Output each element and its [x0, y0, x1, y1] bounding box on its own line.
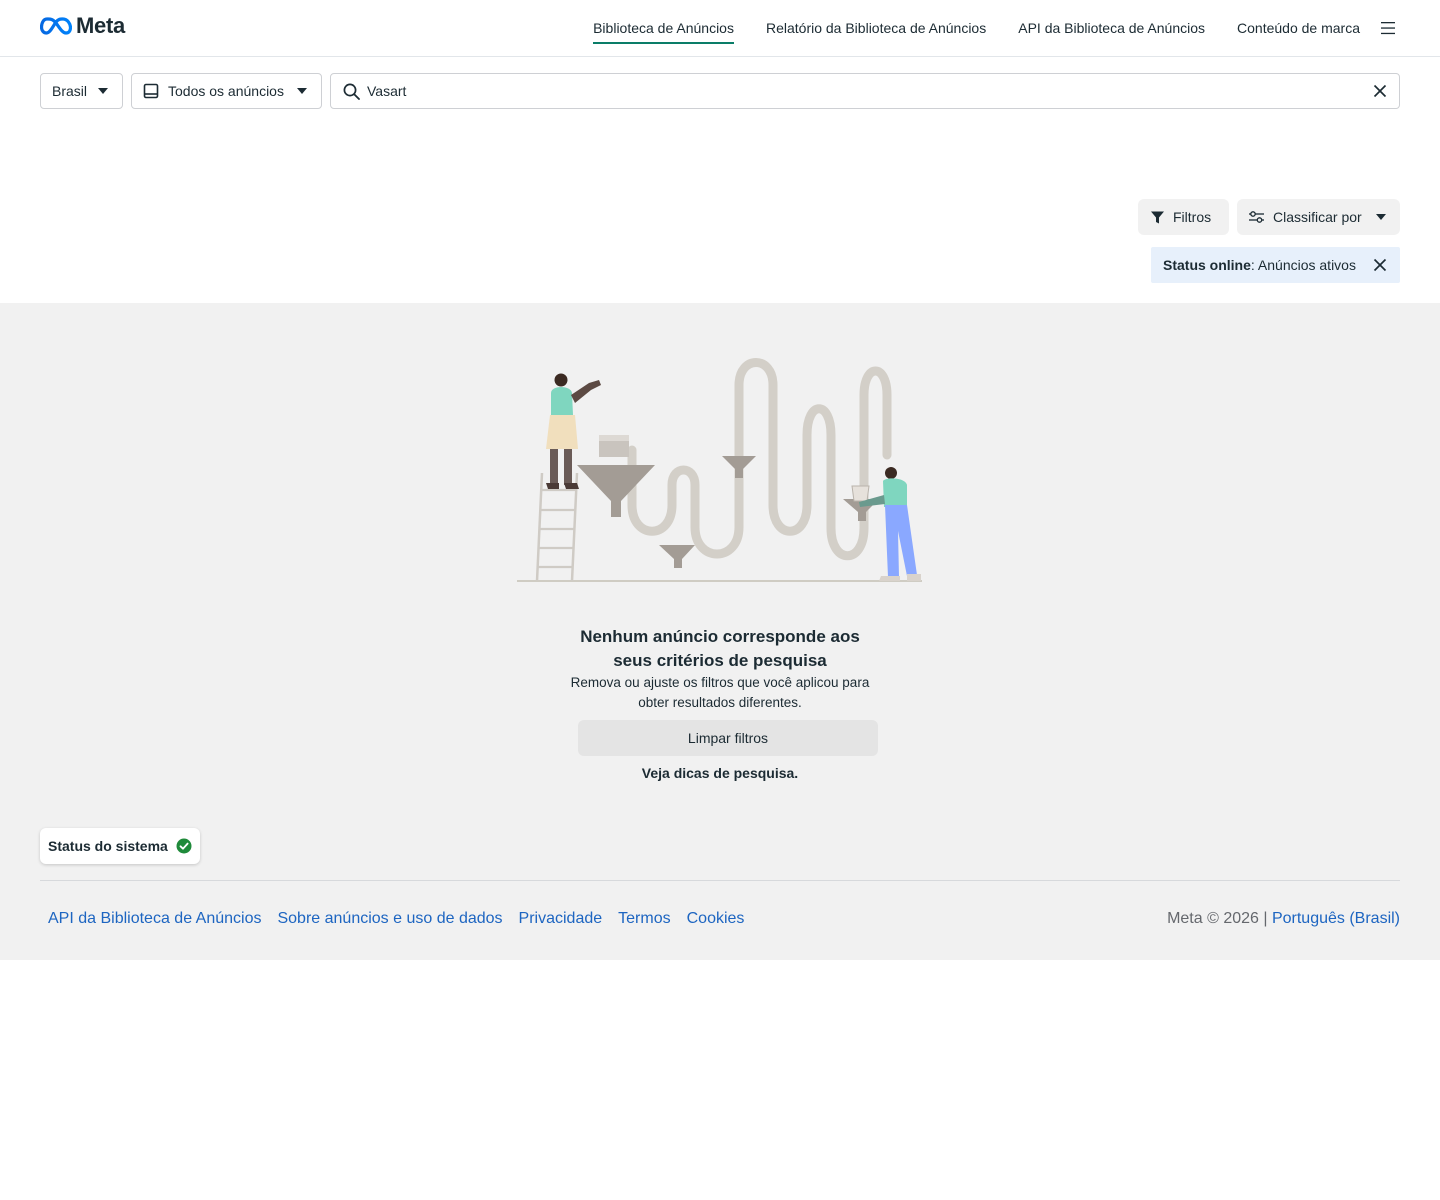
sort-button[interactable]: Classificar por — [1237, 199, 1400, 235]
language-link[interactable]: Português (Brasil) — [1272, 910, 1400, 927]
caret-down-icon — [297, 88, 307, 94]
empty-search-illustration — [517, 358, 922, 582]
footer-link-about-ads[interactable]: Sobre anúncios e uso de dados — [277, 910, 502, 928]
hamburger-icon[interactable] — [1380, 21, 1396, 35]
nav-ad-library[interactable]: Biblioteca de Anúncios — [593, 0, 734, 57]
search-bar: Brasil Todos os anúncios — [0, 57, 1440, 126]
filter-chip-value: : Anúncios ativos — [1250, 257, 1356, 273]
sliders-icon — [1248, 210, 1265, 224]
close-icon[interactable] — [1373, 258, 1387, 275]
footer-link-privacy[interactable]: Privacidade — [519, 910, 603, 928]
footer-divider — [40, 880, 1400, 881]
system-status-label: Status do sistema — [48, 838, 168, 854]
check-circle-icon — [176, 838, 192, 854]
active-filter-chip: Status online : Anúncios ativos — [1151, 247, 1400, 283]
meta-infinity-icon — [40, 17, 72, 35]
footer-copyright: Meta © 2026 | Português (Brasil) — [1167, 910, 1400, 928]
main-nav: Biblioteca de Anúncios Relatório da Bibl… — [593, 0, 1360, 57]
top-navigation: Meta Biblioteca de Anúncios Relatório da… — [0, 0, 1440, 57]
footer-link-cookies[interactable]: Cookies — [687, 910, 745, 928]
search-input[interactable] — [367, 80, 1347, 102]
system-status-button[interactable]: Status do sistema — [40, 828, 200, 864]
filter-chip-key: Status online — [1163, 257, 1251, 273]
meta-logo[interactable]: Meta — [40, 13, 125, 39]
ad-category-select[interactable]: Todos os anúncios — [131, 73, 322, 109]
footer-links: API da Biblioteca de Anúncios Sobre anún… — [48, 910, 744, 928]
nav-ad-library-api[interactable]: API da Biblioteca de Anúncios — [1018, 0, 1205, 57]
filter-area: Filtros Classificar por Status online : … — [0, 126, 1440, 303]
search-field — [330, 73, 1400, 109]
country-select[interactable]: Brasil — [40, 73, 123, 109]
country-select-value: Brasil — [52, 83, 88, 99]
ad-category-select-value: Todos os anúncios — [168, 83, 284, 99]
empty-state-text: Remova ou ajuste os filtros que você apl… — [570, 675, 870, 710]
clear-filters-button[interactable]: Limpar filtros — [578, 720, 878, 756]
footer-link-api[interactable]: API da Biblioteca de Anúncios — [48, 910, 261, 928]
filters-button[interactable]: Filtros — [1138, 199, 1229, 235]
sort-button-label: Classificar por — [1273, 209, 1362, 225]
logo-wordmark: Meta — [76, 13, 125, 38]
footer-link-terms[interactable]: Termos — [618, 910, 670, 928]
caret-down-icon — [98, 88, 108, 94]
nav-ad-library-report[interactable]: Relatório da Biblioteca de Anúncios — [766, 0, 986, 57]
copyright-text: Meta © 2026 | — [1167, 910, 1272, 927]
search-icon — [343, 83, 360, 105]
caret-down-icon — [1376, 214, 1386, 220]
tablet-icon — [143, 83, 159, 99]
funnel-icon — [1150, 210, 1165, 225]
results-area: Nenhum anúncio corresponde aos seus crit… — [0, 303, 1440, 960]
empty-state-title: Nenhum anúncio corresponde aos seus crit… — [580, 627, 860, 670]
filters-button-label: Filtros — [1173, 209, 1212, 225]
search-tips-link[interactable]: Veja dicas de pesquisa. — [570, 765, 870, 781]
nav-branded-content[interactable]: Conteúdo de marca — [1237, 0, 1360, 57]
close-icon[interactable] — [1373, 84, 1387, 103]
